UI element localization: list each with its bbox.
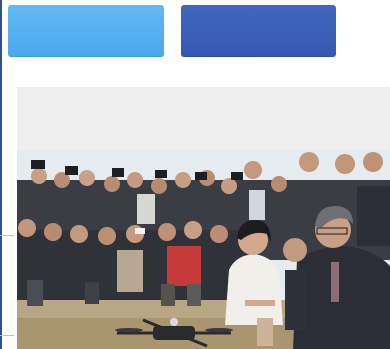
- placeholder-banner: [17, 87, 390, 150]
- primary-action-button[interactable]: [8, 5, 164, 57]
- left-tick-mark: [0, 335, 14, 336]
- secondary-action-button[interactable]: [181, 5, 336, 57]
- left-border-rule: [0, 0, 2, 349]
- page: [0, 0, 390, 349]
- news-photo[interactable]: [17, 150, 390, 349]
- crowd-front-row: [17, 219, 247, 306]
- left-tick-mark: [0, 235, 14, 236]
- content-panel: [17, 87, 390, 349]
- photo-illustration: [17, 150, 390, 349]
